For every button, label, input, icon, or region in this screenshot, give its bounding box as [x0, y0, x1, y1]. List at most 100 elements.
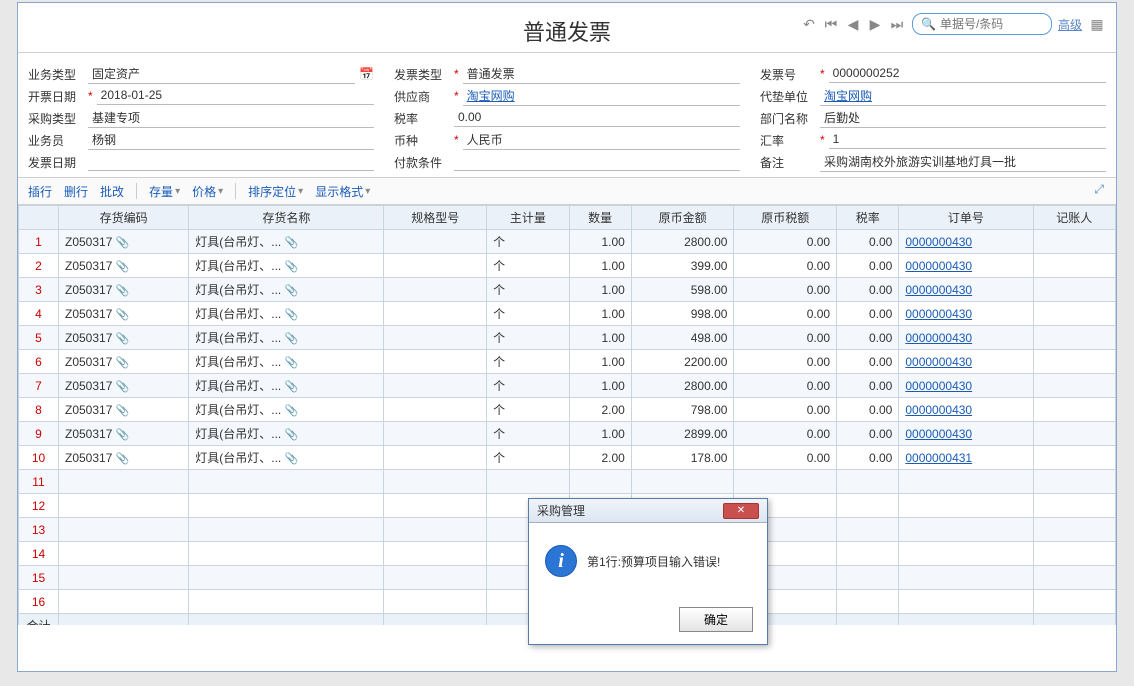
- cell-qty[interactable]: 2.00: [569, 398, 631, 422]
- cell-uom[interactable]: 个: [487, 422, 569, 446]
- pay-terms-value[interactable]: [454, 153, 740, 171]
- purchase-type-value[interactable]: 基建专项: [88, 108, 374, 128]
- price-dropdown[interactable]: 价格 ▾: [192, 183, 223, 200]
- cell-amount[interactable]: 598.00: [631, 278, 734, 302]
- stock-dropdown[interactable]: 存量 ▾: [149, 183, 180, 200]
- calendar-icon[interactable]: 📅: [359, 67, 374, 81]
- attachment-icon[interactable]: 📎: [285, 453, 299, 465]
- table-row-empty[interactable]: 11: [19, 470, 1116, 494]
- rate-value[interactable]: 1: [829, 131, 1106, 149]
- cell-taxrate[interactable]: 0.00: [837, 446, 899, 470]
- cell-code[interactable]: Z050317 📎: [59, 422, 189, 446]
- cell-taxrate[interactable]: 0.00: [837, 278, 899, 302]
- cell-order[interactable]: 0000000430: [899, 230, 1033, 254]
- cell-tax[interactable]: 0.00: [734, 446, 837, 470]
- cell-uom[interactable]: 个: [487, 446, 569, 470]
- table-row[interactable]: 1Z050317 📎灯具(台吊灯、... 📎个1.002800.000.000.…: [19, 230, 1116, 254]
- first-icon[interactable]: ⏮: [822, 15, 840, 33]
- attachment-icon[interactable]: 📎: [285, 429, 299, 441]
- col-spec[interactable]: 规格型号: [384, 206, 487, 230]
- cell-taxrate[interactable]: 0.00: [837, 326, 899, 350]
- attachment-icon[interactable]: 📎: [285, 237, 299, 249]
- advanced-link[interactable]: 高级: [1058, 16, 1082, 33]
- attachment-icon[interactable]: 📎: [116, 237, 130, 249]
- invoice-date-value[interactable]: 2018-01-25: [97, 87, 374, 105]
- col-tax[interactable]: 原币税额: [734, 206, 837, 230]
- attachment-icon[interactable]: 📎: [116, 261, 130, 273]
- cell-amount[interactable]: 798.00: [631, 398, 734, 422]
- col-amount[interactable]: 原币金额: [631, 206, 734, 230]
- col-bookkeeper[interactable]: 记账人: [1033, 206, 1115, 230]
- cell-uom[interactable]: 个: [487, 302, 569, 326]
- cell-qty[interactable]: 1.00: [569, 254, 631, 278]
- table-row[interactable]: 10Z050317 📎灯具(台吊灯、... 📎个2.00178.000.000.…: [19, 446, 1116, 470]
- cell-uom[interactable]: 个: [487, 278, 569, 302]
- cell-spec[interactable]: [384, 326, 487, 350]
- cell-order[interactable]: 0000000430: [899, 350, 1033, 374]
- attachment-icon[interactable]: 📎: [285, 333, 299, 345]
- cell-spec[interactable]: [384, 302, 487, 326]
- col-taxrate[interactable]: 税率: [837, 206, 899, 230]
- cell-tax[interactable]: 0.00: [734, 302, 837, 326]
- cell-qty[interactable]: 2.00: [569, 446, 631, 470]
- table-row[interactable]: 8Z050317 📎灯具(台吊灯、... 📎个2.00798.000.000.0…: [19, 398, 1116, 422]
- cell-code[interactable]: Z050317 📎: [59, 374, 189, 398]
- cell-order[interactable]: 0000000431: [899, 446, 1033, 470]
- grid-icon[interactable]: ▦: [1088, 15, 1106, 33]
- sort-dropdown[interactable]: 排序定位 ▾: [248, 183, 303, 200]
- attachment-icon[interactable]: 📎: [285, 309, 299, 321]
- search-box[interactable]: 🔍: [912, 13, 1052, 35]
- cell-spec[interactable]: [384, 350, 487, 374]
- cell-name[interactable]: 灯具(台吊灯、... 📎: [189, 230, 384, 254]
- cell-uom[interactable]: 个: [487, 326, 569, 350]
- cell-amount[interactable]: 2899.00: [631, 422, 734, 446]
- attachment-icon[interactable]: 📎: [116, 429, 130, 441]
- cell-bookkeeper[interactable]: [1033, 398, 1115, 422]
- cell-qty[interactable]: 1.00: [569, 302, 631, 326]
- cell-spec[interactable]: [384, 398, 487, 422]
- advance-unit-value[interactable]: 淘宝网购: [820, 86, 1106, 106]
- prev-icon[interactable]: ◀: [844, 15, 862, 33]
- cell-qty[interactable]: 1.00: [569, 374, 631, 398]
- cell-name[interactable]: 灯具(台吊灯、... 📎: [189, 326, 384, 350]
- cell-code[interactable]: Z050317 📎: [59, 398, 189, 422]
- cell-order[interactable]: 0000000430: [899, 302, 1033, 326]
- undo-icon[interactable]: ↶: [800, 15, 818, 33]
- cell-code[interactable]: Z050317 📎: [59, 326, 189, 350]
- cell-name[interactable]: 灯具(台吊灯、... 📎: [189, 350, 384, 374]
- cell-tax[interactable]: 0.00: [734, 350, 837, 374]
- cell-bookkeeper[interactable]: [1033, 422, 1115, 446]
- cell-amount[interactable]: 498.00: [631, 326, 734, 350]
- cell-name[interactable]: 灯具(台吊灯、... 📎: [189, 374, 384, 398]
- table-row[interactable]: 5Z050317 📎灯具(台吊灯、... 📎个1.00498.000.000.0…: [19, 326, 1116, 350]
- cell-taxrate[interactable]: 0.00: [837, 302, 899, 326]
- cell-name[interactable]: 灯具(台吊灯、... 📎: [189, 278, 384, 302]
- cell-uom[interactable]: 个: [487, 254, 569, 278]
- delete-row-button[interactable]: 删行: [64, 183, 88, 200]
- cell-taxrate[interactable]: 0.00: [837, 350, 899, 374]
- cell-bookkeeper[interactable]: [1033, 278, 1115, 302]
- cell-qty[interactable]: 1.00: [569, 326, 631, 350]
- cell-order[interactable]: 0000000430: [899, 254, 1033, 278]
- cell-order[interactable]: 0000000430: [899, 398, 1033, 422]
- attachment-icon[interactable]: 📎: [285, 357, 299, 369]
- table-row[interactable]: 2Z050317 📎灯具(台吊灯、... 📎个1.00399.000.000.0…: [19, 254, 1116, 278]
- dept-value[interactable]: 后勤处: [820, 108, 1106, 128]
- cell-bookkeeper[interactable]: [1033, 446, 1115, 470]
- table-row[interactable]: 6Z050317 📎灯具(台吊灯、... 📎个1.002200.000.000.…: [19, 350, 1116, 374]
- cell-spec[interactable]: [384, 278, 487, 302]
- attachment-icon[interactable]: 📎: [116, 453, 130, 465]
- cell-amount[interactable]: 998.00: [631, 302, 734, 326]
- cell-qty[interactable]: 1.00: [569, 422, 631, 446]
- cell-order[interactable]: 0000000430: [899, 422, 1033, 446]
- cell-spec[interactable]: [384, 230, 487, 254]
- cell-bookkeeper[interactable]: [1033, 230, 1115, 254]
- cell-tax[interactable]: 0.00: [734, 326, 837, 350]
- cell-code[interactable]: Z050317 📎: [59, 350, 189, 374]
- cell-code[interactable]: Z050317 📎: [59, 230, 189, 254]
- cell-bookkeeper[interactable]: [1033, 302, 1115, 326]
- cell-spec[interactable]: [384, 422, 487, 446]
- col-qty[interactable]: 数量: [569, 206, 631, 230]
- cell-qty[interactable]: 1.00: [569, 278, 631, 302]
- col-name[interactable]: 存货名称: [189, 206, 384, 230]
